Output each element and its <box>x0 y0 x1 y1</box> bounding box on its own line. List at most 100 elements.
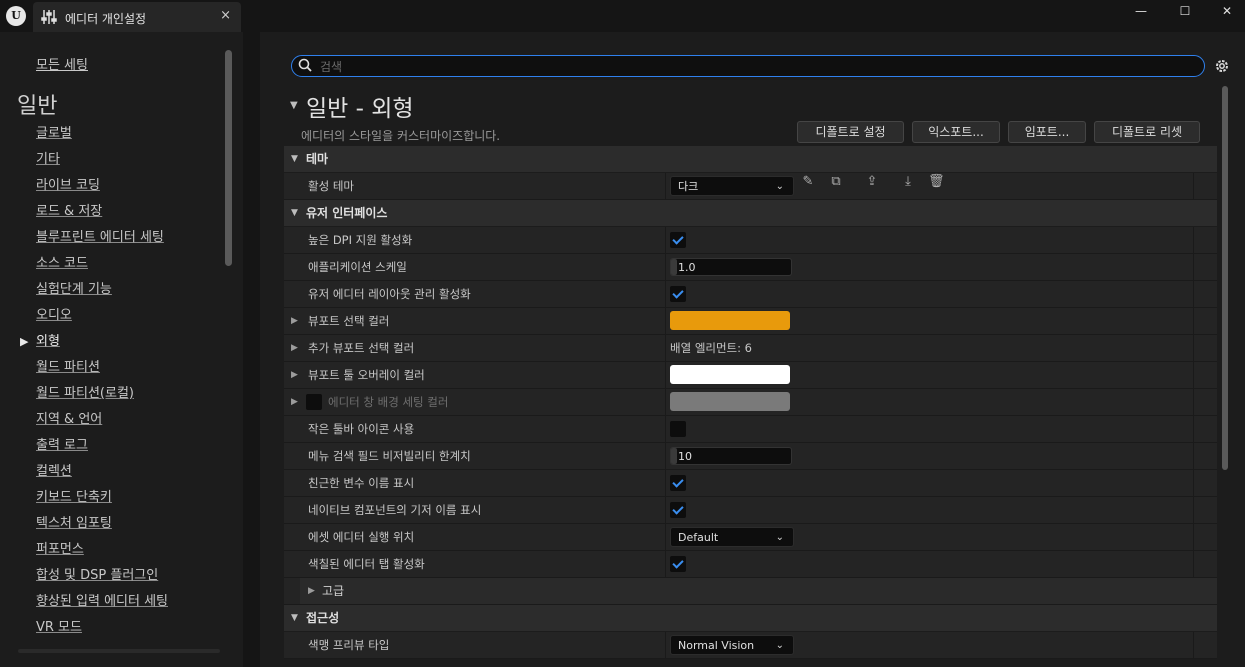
color-vision-dropdown[interactable]: Normal Vision ⌄ <box>670 635 794 655</box>
sidebar-item-enhanced-input[interactable]: 향상된 입력 에디터 세팅 <box>0 589 168 615</box>
sidebar-item-collections[interactable]: 컬렉션 <box>0 459 168 485</box>
expand-caret-icon[interactable]: ▶ <box>291 389 298 415</box>
window-close-icon[interactable]: ✕ <box>1216 4 1238 22</box>
setting-row-friendly-variable-names: 친근한 변수 이름 표시 <box>284 470 1217 497</box>
sidebar-item-vr-mode[interactable]: VR 모드 <box>0 615 168 641</box>
reset-default-button[interactable]: 디폴트로 리셋 <box>1094 121 1200 143</box>
viewport-selection-color-swatch[interactable] <box>670 311 790 330</box>
tab-close-icon[interactable]: × <box>220 8 231 23</box>
setting-row-editor-window-bg-color: ▶ 에디터 창 배경 세팅 컬러 <box>284 389 1217 416</box>
setting-row-menu-search-threshold: 메뉴 검색 필드 비저빌리티 한계치 10 <box>284 443 1217 470</box>
settings-sidebar: 모든 세팅 일반 글로벌 기타 라이브 코딩 로드 & 저장 블루프린트 에디터… <box>0 32 243 667</box>
friendly-variable-names-checkbox[interactable] <box>670 475 686 491</box>
duplicate-icon[interactable]: ⧉ <box>828 174 844 190</box>
setting-row-active-theme: 활성 테마 다크 ⌄ ✎ ⧉ ⇪ ⤓ 🗑 <box>284 173 1217 200</box>
sidebar-item-blueprint-editor[interactable]: 블루프린트 에디터 세팅 <box>0 225 168 251</box>
settings-grid: ▼ 테마 활성 테마 다크 ⌄ ✎ ⧉ ⇪ ⤓ 🗑 ▼ 유저 인터페이스 높은 … <box>284 146 1217 659</box>
export-icon[interactable]: ⇪ <box>864 174 880 190</box>
expand-caret-icon: ▶ <box>308 586 315 596</box>
sidebar-horizontal-scrollbar[interactable] <box>18 649 220 653</box>
setting-row-small-toolbar-icons: 작은 툴바 아이콘 사용 <box>284 416 1217 443</box>
layout-management-checkbox[interactable] <box>670 286 686 302</box>
sidebar-item-global[interactable]: 글로벌 <box>0 121 168 147</box>
chevron-down-icon: ⌄ <box>775 181 784 192</box>
advanced-group[interactable]: ▶ 고급 <box>284 578 1217 605</box>
settings-main-panel: 검색 ▼ 일반 - 외형 에디터의 스타일을 커스터마이즈합니다. 디폴트로 설… <box>260 32 1245 667</box>
sidebar-item-load-save[interactable]: 로드 & 저장 <box>0 199 168 225</box>
caret-right-icon: ▶ <box>20 335 29 348</box>
active-theme-dropdown[interactable]: 다크 ⌄ <box>670 176 794 196</box>
native-component-names-checkbox[interactable] <box>670 502 686 518</box>
main-scrollbar[interactable] <box>1222 86 1228 470</box>
edit-icon[interactable]: ✎ <box>800 174 816 190</box>
export-button[interactable]: 익스포트... <box>912 121 1000 143</box>
import-button[interactable]: 임포트... <box>1008 121 1086 143</box>
sidebar-item-world-partition[interactable]: 월드 파티션 <box>0 355 168 381</box>
collapse-caret-icon[interactable]: ▼ <box>290 100 298 111</box>
delete-icon[interactable]: 🗑 <box>928 174 945 190</box>
sidebar-item-synthesis-dsp[interactable]: 합성 및 DSP 플러그인 <box>0 563 168 589</box>
setting-row-layout-management: 유저 에디터 레이아웃 관리 활성화 <box>284 281 1217 308</box>
setting-row-color-vision: 색맹 프리뷰 타입 Normal Vision ⌄ <box>284 632 1217 659</box>
minimize-icon[interactable]: — <box>1130 4 1152 22</box>
import-icon[interactable]: ⤓ <box>900 174 916 190</box>
maximize-icon[interactable]: ☐ <box>1174 4 1196 22</box>
sidebar-item-performance[interactable]: 퍼포먼스 <box>0 537 168 563</box>
high-dpi-checkbox[interactable] <box>670 232 686 248</box>
setting-row-viewport-tool-overlay-color: ▶ 뷰포트 툴 오버레이 컬러 <box>284 362 1217 389</box>
sidebar-item-live-coding[interactable]: 라이브 코딩 <box>0 173 168 199</box>
collapse-caret-icon: ▼ <box>291 613 298 623</box>
sidebar-item-audio[interactable]: 오디오 <box>0 303 168 329</box>
editor-window-bg-color-swatch[interactable] <box>670 392 790 411</box>
search-icon <box>298 58 312 72</box>
array-element-count: 배열 엘리먼트: 6 <box>670 341 752 355</box>
page-description: 에디터의 스타일을 커스터마이즈합니다. <box>301 129 501 143</box>
editor-window-bg-override-checkbox[interactable] <box>306 394 322 410</box>
menu-search-threshold-input[interactable]: 10 <box>670 447 792 465</box>
tab-title: 에디터 개인설정 <box>65 12 147 26</box>
section-user-interface[interactable]: ▼ 유저 인터페이스 <box>284 200 1217 227</box>
sidebar-item-appearance[interactable]: ▶ 외형 <box>0 329 168 355</box>
sidebar-item-texture-import[interactable]: 텍스처 임포팅 <box>0 511 168 537</box>
sidebar-heading: 일반 <box>17 94 58 119</box>
small-toolbar-icons-checkbox[interactable] <box>670 421 686 437</box>
sidebar-list: 글로벌 기타 라이브 코딩 로드 & 저장 블루프린트 에디터 세팅 소스 코드… <box>0 121 168 641</box>
collapse-caret-icon: ▼ <box>291 154 298 164</box>
all-settings-link[interactable]: 모든 세팅 <box>36 54 88 73</box>
app-scale-input[interactable]: 1.0 <box>670 258 792 276</box>
setting-row-app-scale: 애플리케이션 스케일 1.0 <box>284 254 1217 281</box>
chevron-down-icon: ⌄ <box>775 640 784 651</box>
setting-row-native-component-names: 네이티브 컴포넌트의 기저 이름 표시 <box>284 497 1217 524</box>
expand-caret-icon[interactable]: ▶ <box>291 362 298 388</box>
expand-caret-icon[interactable]: ▶ <box>291 308 298 334</box>
tab-editor-preferences[interactable]: 에디터 개인설정 × <box>33 2 241 32</box>
search-placeholder: 검색 <box>320 60 343 74</box>
section-accessibility[interactable]: ▼ 접근성 <box>284 605 1217 632</box>
sidebar-item-keyboard-shortcuts[interactable]: 키보드 단축키 <box>0 485 168 511</box>
viewport-tool-overlay-color-swatch[interactable] <box>670 365 790 384</box>
sidebar-item-world-partition-local[interactable]: 월드 파티션(로컬) <box>0 381 168 407</box>
chevron-down-icon: ⌄ <box>775 532 784 543</box>
sidebar-item-experimental[interactable]: 실험단계 기능 <box>0 277 168 303</box>
asset-editor-location-dropdown[interactable]: Default ⌄ <box>670 527 794 547</box>
title-bar: U 에디터 개인설정 × — ☐ ✕ <box>0 0 1245 32</box>
sidebar-item-misc[interactable]: 기타 <box>0 147 168 173</box>
unreal-logo: U <box>6 6 26 26</box>
setting-row-asset-editor-location: 에셋 에디터 실행 위치 Default ⌄ <box>284 524 1217 551</box>
sidebar-scrollbar[interactable] <box>225 50 232 266</box>
page-title: 일반 - 외형 <box>306 96 414 122</box>
sidebar-item-region-language[interactable]: 지역 & 언어 <box>0 407 168 433</box>
setting-row-viewport-selection-color: ▶ 뷰포트 선택 컬러 <box>284 308 1217 335</box>
gear-icon[interactable] <box>1213 57 1231 75</box>
setting-row-colored-tabs: 색칠된 에디터 탭 활성화 <box>284 551 1217 578</box>
section-theme[interactable]: ▼ 테마 <box>284 146 1217 173</box>
sidebar-item-source-code[interactable]: 소스 코드 <box>0 251 168 277</box>
sliders-icon <box>41 10 57 24</box>
expand-caret-icon[interactable]: ▶ <box>291 335 298 361</box>
setting-row-high-dpi: 높은 DPI 지원 활성화 <box>284 227 1217 254</box>
set-default-button[interactable]: 디폴트로 설정 <box>797 121 904 143</box>
setting-row-extra-viewport-selection-color: ▶ 추가 뷰포트 선택 컬러 배열 엘리먼트: 6 <box>284 335 1217 362</box>
search-input[interactable]: 검색 <box>291 55 1205 77</box>
sidebar-item-output-log[interactable]: 출력 로그 <box>0 433 168 459</box>
colored-tabs-checkbox[interactable] <box>670 556 686 572</box>
